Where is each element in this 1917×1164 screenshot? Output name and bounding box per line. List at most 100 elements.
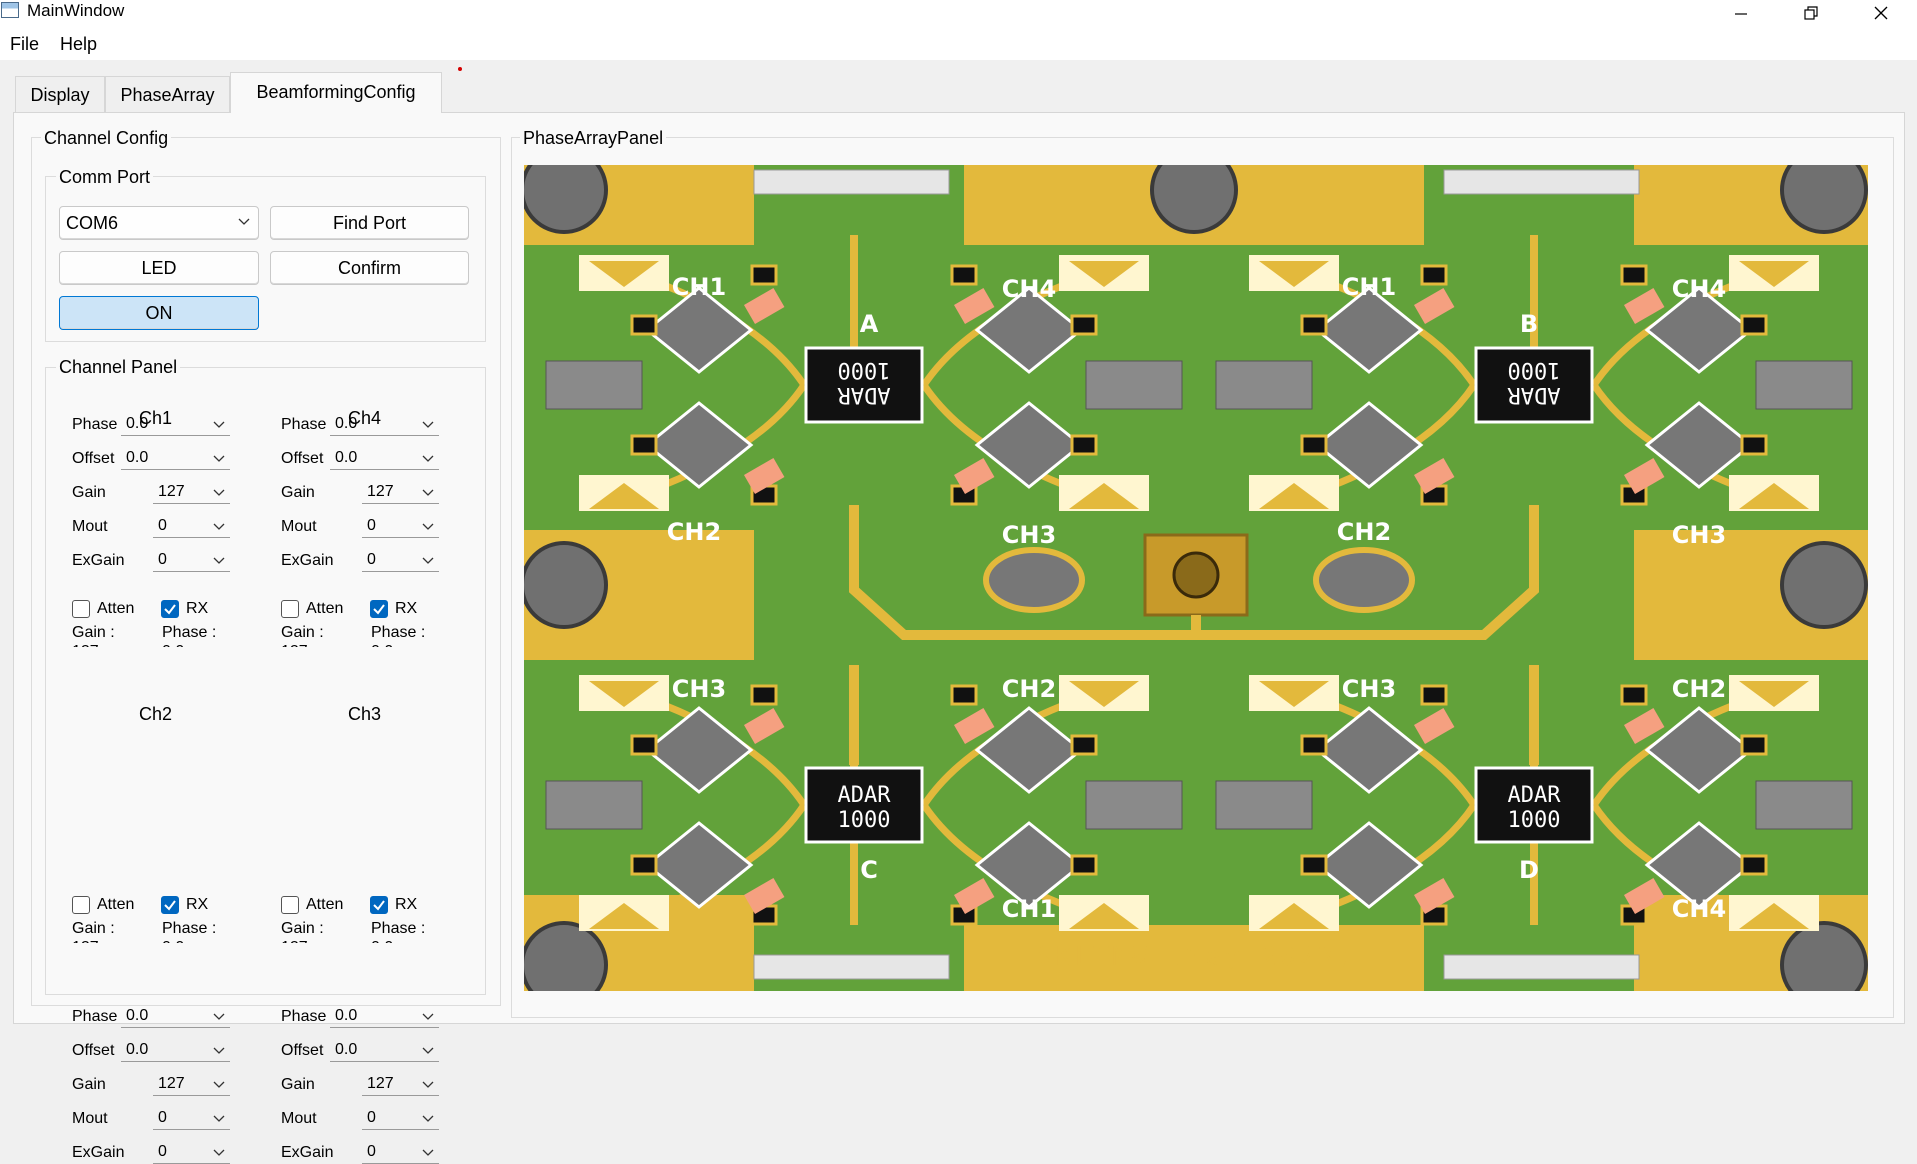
gain-readout-value: 127 — [281, 938, 361, 943]
phase-label: Phase — [72, 1008, 118, 1025]
mout-select[interactable]: 0 — [153, 1108, 230, 1130]
on-toggle-button[interactable]: ON — [59, 296, 259, 330]
offset-select[interactable]: 0.0 — [121, 1040, 230, 1062]
checkmark-icon — [373, 900, 385, 911]
smd-component — [1420, 264, 1448, 286]
gain-label: Gain — [281, 484, 315, 501]
chip-label-line1: ADAR — [1508, 783, 1562, 808]
offset-value: 0.0 — [126, 1041, 149, 1058]
side-header — [1755, 780, 1853, 830]
mout-label: Mout — [72, 1110, 108, 1127]
find-port-button[interactable]: Find Port — [270, 206, 469, 240]
phase-select[interactable]: 0.0 — [121, 1006, 230, 1028]
smd-component — [1070, 314, 1098, 336]
side-header — [545, 780, 643, 830]
phase-readout-label: Phase : — [371, 624, 426, 641]
phase-readout-label: Phase : — [162, 920, 217, 937]
chevron-down-icon — [213, 523, 225, 530]
channel-label: CH3 — [1342, 675, 1396, 703]
exgain-select[interactable]: 0 — [362, 1142, 439, 1164]
channel-label: CH1 — [1002, 895, 1056, 923]
rx-checkbox[interactable] — [161, 896, 179, 914]
rx-label: RX — [395, 896, 418, 913]
minimize-button[interactable] — [1706, 0, 1776, 26]
gain-readout: Gain :127 — [281, 623, 361, 647]
gain-value: 127 — [367, 483, 394, 500]
gain-readout-value: 127 — [72, 642, 152, 647]
chevron-down-icon — [422, 1149, 434, 1156]
exgain-select[interactable]: 0 — [153, 550, 230, 572]
channel-label: CH4 — [1672, 895, 1726, 923]
exgain-label: ExGain — [72, 1144, 125, 1161]
close-button[interactable] — [1846, 0, 1916, 26]
atten-checkbox[interactable] — [281, 600, 299, 618]
chevron-down-icon — [213, 1149, 225, 1156]
smd-component — [1740, 854, 1768, 876]
mout-label: Mout — [281, 1110, 317, 1127]
rx-checkbox[interactable] — [161, 600, 179, 618]
minimize-icon — [1735, 13, 1747, 15]
side-header — [1215, 780, 1313, 830]
rx-checkbox[interactable] — [370, 600, 388, 618]
phase-select[interactable]: 0.0 — [121, 414, 230, 436]
phase-value: 0.0 — [126, 1007, 149, 1024]
gain-readout: Gain :127 — [72, 623, 152, 647]
atten-checkbox[interactable] — [281, 896, 299, 914]
mout-select[interactable]: 0 — [153, 516, 230, 538]
menu-file[interactable]: File — [10, 34, 39, 55]
offset-select[interactable]: 0.0 — [330, 448, 439, 470]
tab-display[interactable]: Display — [15, 76, 105, 112]
offset-label: Offset — [72, 450, 115, 467]
atten-label: Atten — [97, 600, 135, 617]
edge-connector — [1443, 954, 1640, 980]
chip-label-line2: 1000 — [1508, 808, 1561, 833]
exgain-select[interactable]: 0 — [153, 1142, 230, 1164]
mout-select[interactable]: 0 — [362, 1108, 439, 1130]
mounting-hole — [524, 165, 608, 234]
chevron-down-icon — [238, 218, 250, 225]
side-header — [1215, 360, 1313, 410]
atten-checkbox[interactable] — [72, 896, 90, 914]
led-button[interactable]: LED — [59, 251, 259, 285]
gain-select[interactable]: 127 — [362, 1074, 439, 1096]
com-port-select[interactable]: COM6 — [59, 206, 259, 240]
phase-readout-value: 0.0 — [371, 938, 451, 943]
smd-component — [1620, 684, 1648, 706]
rx-checkbox[interactable] — [370, 896, 388, 914]
phase-label: Phase — [281, 416, 327, 433]
smd-component — [1070, 734, 1098, 756]
phase-select[interactable]: 0.0 — [330, 1006, 439, 1028]
gain-select[interactable]: 127 — [153, 1074, 230, 1096]
tab-beamformingconfig[interactable]: BeamformingConfig — [230, 72, 442, 113]
channel-label: CH4 — [1672, 275, 1726, 303]
exgain-label: ExGain — [281, 1144, 334, 1161]
mout-select[interactable]: 0 — [362, 516, 439, 538]
menu-help[interactable]: Help — [60, 34, 97, 55]
exgain-value: 0 — [367, 551, 376, 568]
phase-label: Phase — [281, 1008, 327, 1025]
phase-select[interactable]: 0.0 — [330, 414, 439, 436]
status-dot — [458, 67, 462, 71]
gain-readout: Gain :127 — [72, 919, 152, 943]
side-header — [1085, 780, 1183, 830]
offset-select[interactable]: 0.0 — [121, 448, 230, 470]
chevron-down-icon — [422, 1013, 434, 1020]
phase-readout: Phase :0.0 — [371, 623, 451, 647]
smd-component — [750, 264, 778, 286]
confirm-button[interactable]: Confirm — [270, 251, 469, 285]
quadrant-letter: B — [1520, 310, 1538, 338]
offset-value: 0.0 — [335, 449, 358, 466]
exgain-select[interactable]: 0 — [362, 550, 439, 572]
offset-select[interactable]: 0.0 — [330, 1040, 439, 1062]
channel-label: CH3 — [1002, 521, 1056, 549]
atten-checkbox[interactable] — [72, 600, 90, 618]
mounting-hole — [524, 921, 608, 991]
gain-select[interactable]: 127 — [362, 482, 439, 504]
tab-phasearray[interactable]: PhaseArray — [105, 76, 230, 112]
chevron-down-icon — [213, 489, 225, 496]
chevron-down-icon — [422, 523, 434, 530]
gain-select[interactable]: 127 — [153, 482, 230, 504]
quadrant-letter: A — [860, 310, 879, 338]
restore-button[interactable] — [1776, 0, 1846, 26]
exgain-label: ExGain — [72, 552, 125, 569]
